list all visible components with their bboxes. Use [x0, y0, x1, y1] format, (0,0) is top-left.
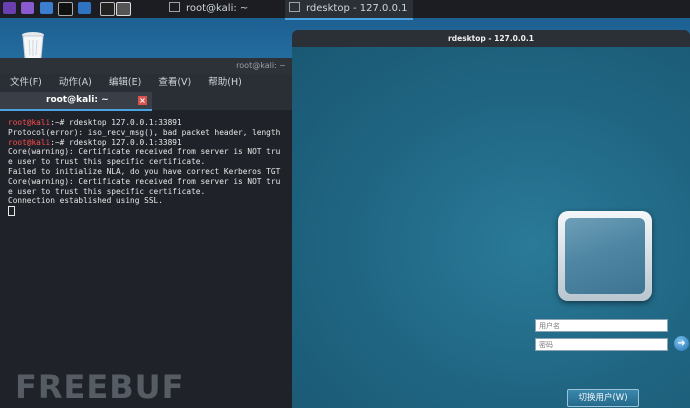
rdesktop-titlebar[interactable]: rdesktop - 127.0.0.1 — [292, 30, 690, 47]
terminal-title: root@kali: ~ — [236, 61, 286, 70]
terminal-titlebar[interactable]: root@kali: ~ — [0, 58, 292, 74]
workspace-icon[interactable] — [21, 2, 34, 14]
window-icon — [289, 2, 300, 12]
password-placeholder: 密码 — [539, 341, 553, 349]
terminal-line: Protocol(error): iso_recv_msg(), bad pac… — [8, 127, 281, 137]
password-field[interactable]: 密码 — [535, 338, 668, 351]
username-placeholder: 用户名 — [539, 322, 560, 330]
terminal-line: e user to trust this specific certificat… — [8, 186, 206, 196]
workspace-1-icon[interactable] — [100, 2, 115, 16]
terminal-launcher-icon[interactable] — [58, 2, 73, 16]
terminal-line: Connection established using SSL. — [8, 196, 163, 206]
terminal-line: Failed to initialize NLA, do you have co… — [8, 166, 281, 176]
terminal-output[interactable]: root@kali:~# rdesktop 127.0.0.1:33891 Pro… — [0, 110, 292, 218]
terminal-line: root@kali:~# rdesktop 127.0.0.1:33891 — [8, 118, 182, 127]
browser-icon[interactable] — [78, 2, 91, 14]
username-field[interactable]: 用户名 — [535, 319, 668, 332]
terminal-window[interactable]: root@kali: ~ 文件(F) 动作(A) 编辑(E) 查看(V) 帮助(… — [0, 58, 292, 408]
app-menu-icon[interactable] — [3, 2, 16, 14]
switch-user-button[interactable]: 切换用户(W) — [567, 389, 639, 407]
file-manager-icon[interactable] — [40, 2, 53, 14]
rdesktop-window[interactable]: rdesktop - 127.0.0.1 用户名 密码 ➜ 切换用户(W) — [292, 30, 690, 408]
task-terminal[interactable]: root@kali: ~ — [165, 0, 280, 18]
task-rdesktop-label: rdesktop - 127.0.0.1 — [306, 3, 408, 14]
task-rdesktop[interactable]: rdesktop - 127.0.0.1 — [285, 0, 413, 20]
close-tab-icon[interactable]: × — [138, 96, 147, 105]
task-terminal-label: root@kali: ~ — [186, 3, 249, 14]
terminal-tabbar: root@kali: ~ × — [0, 92, 292, 111]
menu-action[interactable]: 动作(A) — [59, 77, 92, 88]
avatar-picture — [565, 218, 645, 294]
menu-help[interactable]: 帮助(H) — [208, 77, 242, 88]
freebuf-watermark: FREEBUF — [15, 368, 185, 406]
text-cursor — [8, 206, 15, 217]
windows-login-screen: 用户名 密码 ➜ 切换用户(W) — [292, 47, 690, 408]
window-icon — [169, 2, 180, 12]
submit-arrow-button[interactable]: ➜ — [674, 336, 689, 351]
workspace-2-icon[interactable] — [116, 2, 131, 16]
tab-label: root@kali: ~ — [46, 95, 109, 105]
menu-view[interactable]: 查看(V) — [158, 77, 191, 88]
terminal-line: Core(warning): Certificate received from… — [8, 147, 281, 157]
prompt: root@kali — [8, 118, 51, 127]
top-taskbar: root@kali: ~ rdesktop - 127.0.0.1 — [0, 0, 690, 20]
terminal-cursor-line — [8, 206, 292, 218]
menu-edit[interactable]: 编辑(E) — [109, 77, 141, 88]
terminal-line: root@kali:~# rdesktop 127.0.0.1:33891 — [8, 137, 182, 147]
terminal-line: Core(warning): Certificate received from… — [8, 176, 281, 186]
menu-file[interactable]: 文件(F) — [10, 77, 42, 88]
user-avatar — [558, 211, 652, 301]
terminal-menubar: 文件(F) 动作(A) 编辑(E) 查看(V) 帮助(H) — [0, 74, 292, 92]
trash-icon[interactable] — [20, 30, 46, 60]
tab-root-kali[interactable]: root@kali: ~ × — [0, 92, 152, 111]
prompt: root@kali — [8, 137, 51, 147]
rdesktop-title: rdesktop - 127.0.0.1 — [448, 34, 534, 43]
terminal-line: e user to trust this specific certificat… — [8, 157, 206, 167]
arrow-right-icon: ➜ — [677, 338, 686, 349]
